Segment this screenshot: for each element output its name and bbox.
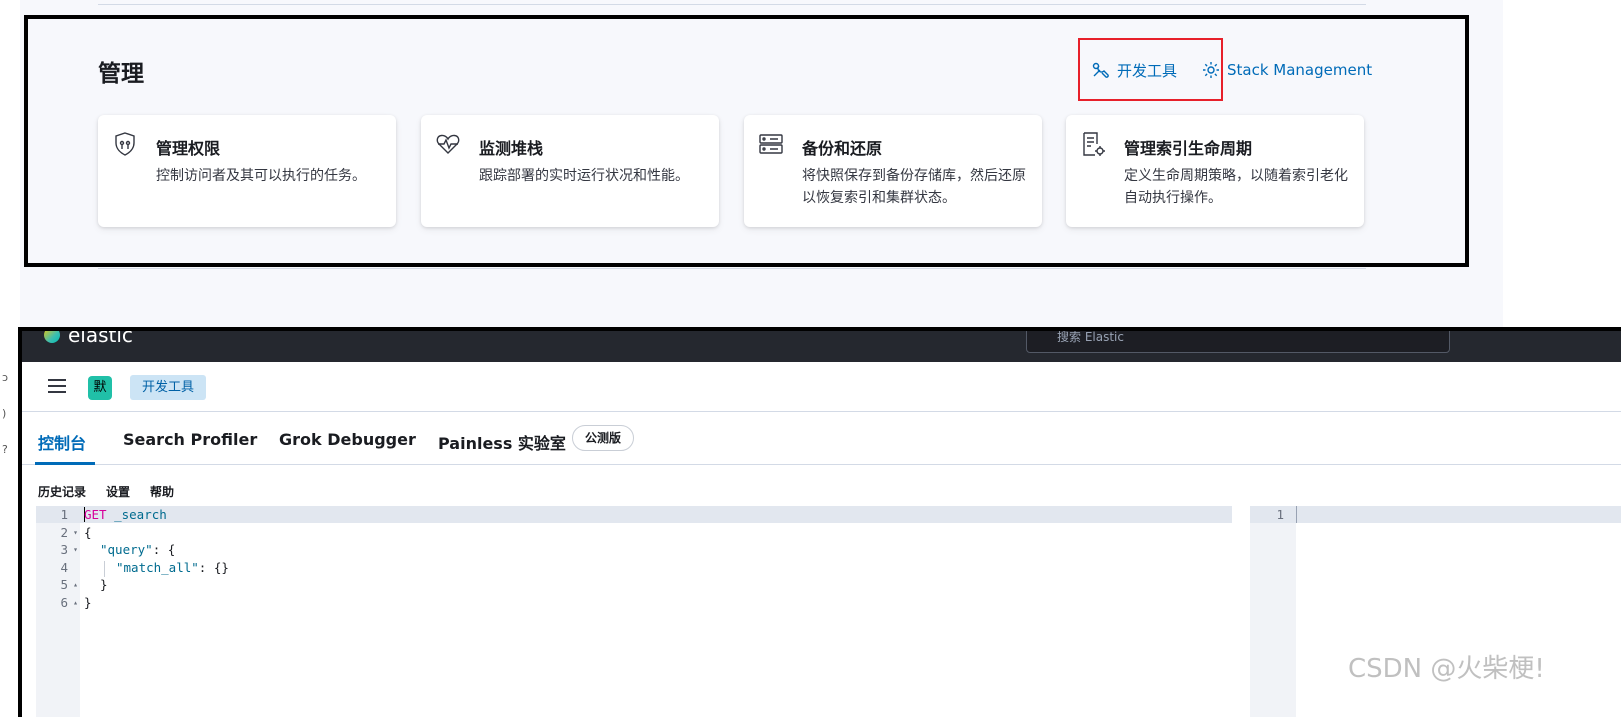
annotation-frame [24, 15, 1469, 267]
divider [98, 4, 1366, 5]
indent-guide [104, 561, 105, 577]
fold-toggle-icon[interactable]: ▾ [73, 545, 78, 554]
code-line-2: { [84, 524, 92, 540]
line-number: 6 ▴ [60, 594, 78, 610]
active-tab-indicator [35, 462, 95, 465]
tab-painless-lab[interactable]: Painless 实验室 [438, 430, 566, 454]
global-search-input[interactable]: 搜索 Elastic [1026, 330, 1450, 353]
fold-toggle-icon[interactable]: ▾ [73, 528, 78, 537]
elastic-logo[interactable]: elastic [44, 327, 133, 347]
breadcrumb[interactable]: 开发工具 [130, 375, 207, 400]
line-number: 1 [1276, 507, 1284, 522]
tab-console[interactable]: 控制台 [38, 430, 86, 454]
code-line-5: } [100, 577, 108, 592]
space-avatar[interactable]: 默 [88, 376, 112, 400]
menu-toggle-icon[interactable] [48, 379, 66, 393]
tab-grok-debugger[interactable]: Grok Debugger [279, 430, 416, 449]
line-number: 1 [60, 507, 68, 522]
logo-text: elastic [68, 327, 133, 347]
help-button[interactable]: 帮助 [150, 483, 174, 500]
code-line-6: } [84, 594, 92, 610]
code-line-4: "match_all": {} [116, 559, 229, 575]
active-line-highlight [1250, 506, 1621, 523]
top-nav-bar: elastic 搜索 Elastic [22, 331, 1621, 362]
code-line-1: GET _search [84, 507, 167, 522]
beta-badge: 公测版 [572, 425, 635, 451]
response-panel[interactable]: 1 [1250, 506, 1621, 717]
fold-toggle-icon[interactable]: ▴ [73, 580, 78, 589]
line-number: 3 ▾ [60, 542, 78, 557]
response-gutter [1250, 506, 1296, 717]
cursor-line [1296, 506, 1297, 523]
line-number: 2 ▾ [60, 524, 78, 540]
fold-toggle-icon[interactable]: ▴ [73, 598, 78, 607]
elastic-logo-icon [44, 331, 60, 343]
line-number: 5 ▴ [60, 577, 78, 592]
watermark: CSDN @火柴梗! [1348, 654, 1545, 684]
console-toolbar: 历史记录 设置 帮助 [38, 483, 174, 500]
request-editor[interactable]: 1 2 ▾ 3 ▾ 4 5 ▴ 6 ▴ GET _search { "query": {… [36, 506, 1236, 717]
app-header: 默 开发工具 [22, 362, 1621, 412]
settings-button[interactable]: 设置 [106, 483, 130, 500]
history-button[interactable]: 历史记录 [38, 483, 86, 500]
tab-search-profiler[interactable]: Search Profiler [123, 430, 257, 449]
active-line-highlight [36, 506, 1232, 523]
line-number: 4 [60, 559, 68, 575]
dev-tools-tabs: 控制台 Search Profiler Grok Debugger Painle… [22, 413, 1621, 465]
search-placeholder: 搜索 Elastic [1057, 330, 1124, 344]
code-line-3: "query": { [100, 542, 176, 557]
clipped-side-text: ↄ)? [2, 371, 9, 456]
divider [98, 268, 1366, 269]
